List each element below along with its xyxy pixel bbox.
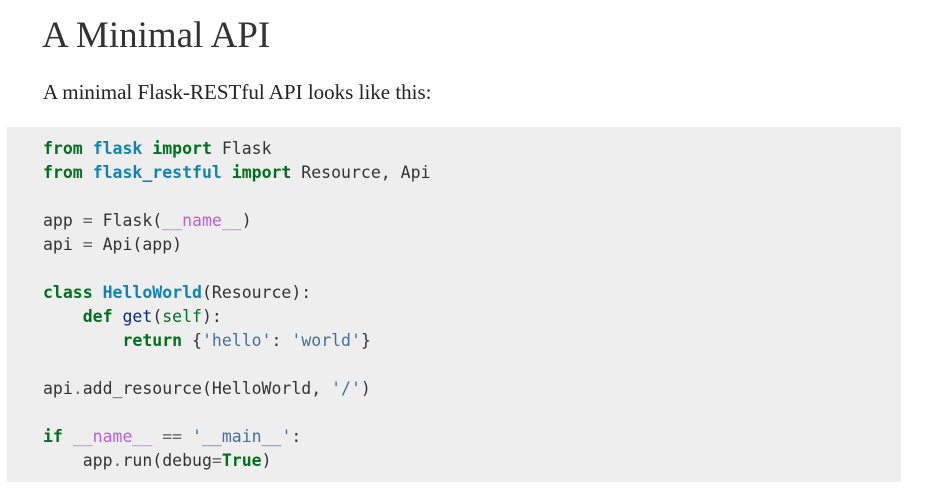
code-token: } — [360, 331, 371, 350]
code-token: run(debug — [122, 451, 212, 470]
code-token: from — [43, 139, 83, 158]
code-token: get — [122, 307, 153, 326]
code-token: def — [82, 307, 113, 326]
code-token: . — [72, 379, 83, 398]
code-token: Resource, Api — [291, 163, 431, 182]
code-token: { — [182, 331, 202, 350]
code-block: from flask import Flask from flask_restfu… — [7, 127, 901, 482]
section-heading: A Minimal API — [42, 15, 271, 56]
code-token: __name__ — [72, 427, 153, 446]
code-line: api = Api(app) — [43, 233, 901, 257]
intro-paragraph: A minimal Flask-RESTful API looks like t… — [43, 80, 432, 104]
code-line: from flask_restful import Resource, Api — [43, 161, 901, 185]
code-token: ) — [241, 211, 252, 230]
code-token: add_resource(HelloWorld, — [82, 379, 332, 398]
code-token: if — [43, 427, 63, 446]
document-page: A Minimal API A minimal Flask-RESTful AP… — [0, 0, 936, 495]
code-token: HelloWorld — [102, 283, 202, 302]
code-line: if __name__ == '__main__': — [43, 425, 901, 449]
code-token: 'world' — [291, 331, 361, 350]
code-token: True — [221, 451, 262, 470]
code-token: return — [122, 331, 183, 350]
code-token: app — [43, 451, 113, 470]
code-line: class HelloWorld(Resource): — [43, 281, 901, 305]
code-token: Api(app) — [92, 235, 183, 254]
code-line: api.add_resource(HelloWorld, '/') — [43, 377, 901, 401]
code-token: from — [43, 163, 83, 182]
code-token: api — [43, 379, 73, 398]
code-token: (Resource): — [201, 283, 312, 302]
code-token: : — [271, 331, 292, 350]
code-token: import — [152, 139, 212, 158]
code-token: ): — [202, 307, 222, 326]
code-token: Flask( — [92, 211, 163, 230]
code-token: api — [43, 235, 83, 254]
code-token: app — [43, 211, 83, 230]
code-token: = — [82, 211, 93, 230]
code-line: app.run(debug=True) — [43, 449, 901, 473]
code-line: app = Flask(__name__) — [43, 209, 901, 233]
code-token: class — [43, 283, 93, 302]
code-token: ( — [152, 307, 163, 326]
code-token: '/' — [331, 379, 361, 398]
code-token: flask_restful — [92, 163, 222, 182]
code-token: = — [211, 451, 222, 470]
code-token: ) — [360, 379, 371, 398]
code-token: == — [162, 427, 183, 446]
code-token: '__main__' — [192, 427, 292, 446]
code-token: Flask — [211, 139, 272, 158]
code-token: import — [231, 163, 292, 182]
code-token: . — [112, 451, 123, 470]
code-token: ) — [261, 451, 272, 470]
code-line: return {'hello': 'world'} — [43, 329, 901, 353]
code-token: __name__ — [162, 211, 242, 230]
code-token: = — [82, 235, 93, 254]
code-token: flask — [92, 139, 143, 158]
code-line: def get(self): — [43, 305, 901, 329]
code-token: : — [291, 427, 302, 446]
code-token: self — [162, 307, 202, 326]
code-token: 'hello' — [201, 331, 272, 350]
code-line: from flask import Flask — [43, 137, 901, 161]
